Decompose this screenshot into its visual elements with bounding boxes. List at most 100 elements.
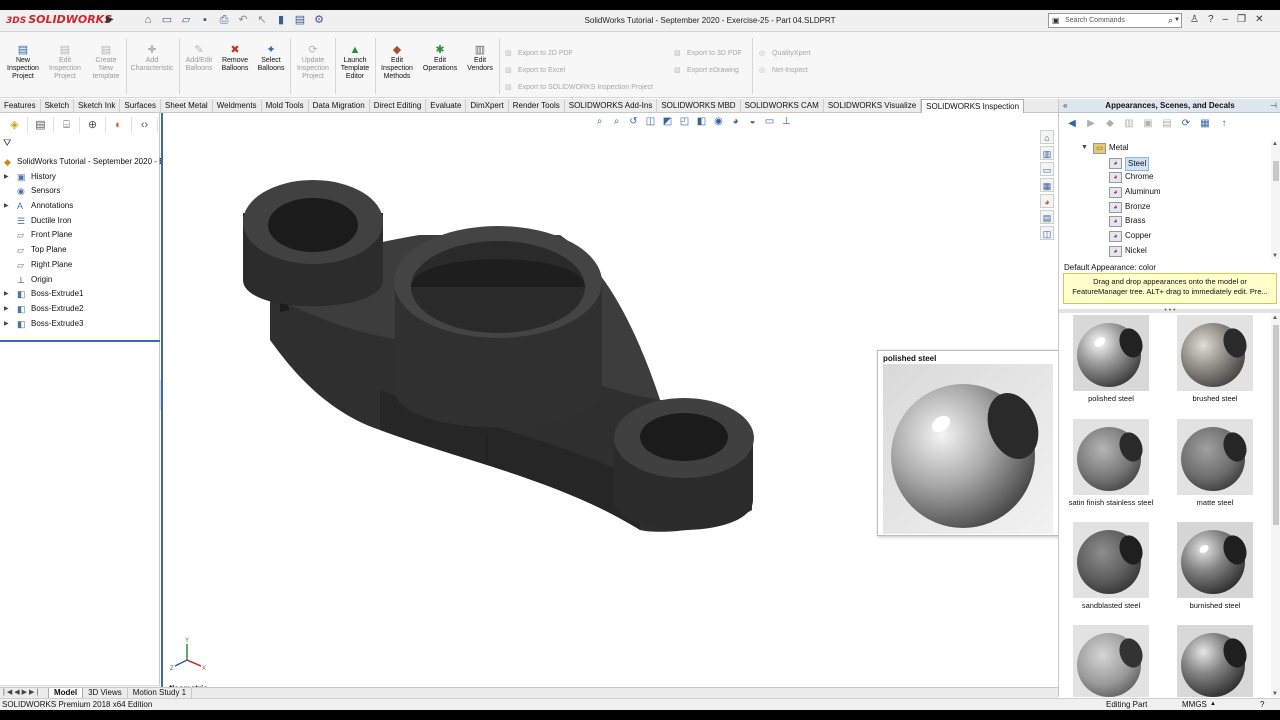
select-balloons-button[interactable]: ✦ Select Balloons	[254, 44, 288, 73]
expand-icon[interactable]: ▶	[4, 287, 9, 301]
swatch-sandblasted-steel[interactable]: sandblasted steel	[1059, 522, 1163, 610]
appearance-item-brass[interactable]: ◕ Brass	[1059, 214, 1271, 229]
tree-item-boss-extrude2[interactable]: ▶ ◧ Boss-Extrude2	[0, 302, 160, 317]
expand-icon[interactable]: ▶	[4, 170, 9, 184]
edit-inspection-project-button[interactable]: ▤ Edit Inspection Project	[46, 44, 84, 81]
launch-template-editor-button[interactable]: ▲ Launch Template Editor	[337, 44, 373, 81]
more-tabs-icon[interactable]: ‹›	[132, 117, 158, 133]
new-document-icon[interactable]: ▭	[159, 13, 175, 28]
tree-item-front-plane[interactable]: ▱ Front Plane	[0, 228, 160, 243]
remove-balloons-button[interactable]: ✖ Remove Balloons	[218, 44, 252, 73]
paste-icon[interactable]: ▤	[1160, 117, 1174, 130]
tree-item-annotations[interactable]: ▶ A Annotations	[0, 199, 160, 214]
tree-item-material[interactable]: ☰ Ductile Iron	[0, 214, 160, 229]
custom-properties-icon[interactable]: ▤	[1040, 210, 1054, 224]
forum-icon[interactable]: ◫	[1040, 226, 1054, 240]
property-manager-tab-icon[interactable]: ▤	[28, 117, 54, 133]
scroll-up-icon[interactable]: ▲	[1272, 141, 1278, 147]
swatch-polished-steel-2[interactable]	[1163, 625, 1267, 697]
create-new-template-button[interactable]: ▤ Create New template	[88, 44, 124, 81]
user-icon[interactable]: ♙	[1190, 14, 1199, 25]
help-icon[interactable]: ?	[1208, 14, 1214, 25]
expand-icon[interactable]: ▶	[4, 317, 9, 331]
copy-icon[interactable]: ▣	[1141, 117, 1155, 130]
tab-scroll-arrows-icon[interactable]: |◀◀▶▶|	[3, 688, 40, 696]
units-dropdown-icon[interactable]: ▲	[1210, 699, 1216, 710]
tab-solidworks-mbd[interactable]: SOLIDWORKS MBD	[657, 99, 741, 113]
tree-item-boss-extrude1[interactable]: ▶ ◧ Boss-Extrude1	[0, 287, 160, 302]
tree-item-top-plane[interactable]: ▱ Top Plane	[0, 243, 160, 258]
restore-icon[interactable]: ❐	[1237, 14, 1246, 25]
export-excel-button[interactable]: ▧ Export to Excel	[505, 66, 565, 74]
edit-operations-button[interactable]: ✱ Edit Operations	[419, 44, 461, 73]
tab-solidworks-add-ins[interactable]: SOLIDWORKS Add-Ins	[565, 99, 658, 113]
appearance-item-copper[interactable]: ◕ Copper	[1059, 229, 1271, 244]
tab-solidworks-cam[interactable]: SOLIDWORKS CAM	[741, 99, 824, 113]
swatch-brushed-steel[interactable]: brushed steel	[1163, 315, 1267, 403]
swatch-textured-steel[interactable]	[1059, 625, 1163, 697]
configuration-manager-tab-icon[interactable]: ⌸	[54, 117, 80, 133]
unit-system-selector[interactable]: MMGS	[1182, 699, 1207, 710]
tab-direct-editing[interactable]: Direct Editing	[370, 99, 427, 113]
save-icon[interactable]: ▪	[197, 13, 213, 28]
edit-vendors-button[interactable]: ▥ Edit Vendors	[463, 44, 497, 73]
rollback-bar[interactable]	[0, 340, 160, 342]
swatch-burnished-steel[interactable]: burnished steel	[1163, 522, 1267, 610]
scroll-up-icon[interactable]: ▲	[1272, 315, 1278, 321]
rebuild-icon[interactable]: ▮	[273, 13, 289, 28]
logo-menu-arrow-icon[interactable]: ▶	[106, 14, 114, 25]
tree-item-right-plane[interactable]: ▱ Right Plane	[0, 258, 160, 273]
solidworks-resources-icon[interactable]: ⌂	[1040, 130, 1054, 144]
scroll-thumb[interactable]	[1273, 325, 1279, 525]
tab-weldments[interactable]: Weldments	[213, 99, 262, 113]
collapse-icon[interactable]: ▼	[1081, 141, 1088, 155]
print-icon[interactable]: ⎙	[216, 13, 232, 28]
feature-tree-root[interactable]: ◆ SolidWorks Tutorial - September 2020 - …	[0, 155, 164, 170]
swatch-grid-scrollbar[interactable]: ▲ ▼	[1271, 315, 1280, 697]
tab-mold-tools[interactable]: Mold Tools	[262, 99, 309, 113]
appearance-item-bronze[interactable]: ◕ Bronze	[1059, 200, 1271, 215]
tree-item-sensors[interactable]: ◉ Sensors	[0, 184, 160, 199]
options-gear-icon[interactable]: ⚙	[311, 13, 327, 28]
add-to-favorites-icon[interactable]: ◆	[1103, 117, 1117, 130]
options-icon[interactable]: ▦	[1198, 117, 1212, 130]
tab-solidworks-inspection[interactable]: SOLIDWORKS Inspection	[921, 99, 1025, 113]
pin-icon[interactable]: ⊣	[1270, 99, 1277, 113]
pane-splitter[interactable]: • • •	[1059, 307, 1280, 314]
home-icon[interactable]: ⌂	[140, 13, 156, 28]
search-dropdown-icon[interactable]: ▼	[1174, 14, 1180, 27]
tab-render-tools[interactable]: Render Tools	[509, 99, 565, 113]
minimize-icon[interactable]: –	[1223, 14, 1229, 25]
appearance-folder-metal[interactable]: ▼ ▭ Metal	[1059, 141, 1271, 156]
refresh-icon[interactable]: ⟳	[1179, 117, 1193, 130]
undo-icon[interactable]: ↶	[235, 13, 251, 28]
appearance-item-steel[interactable]: ◕ Steel	[1059, 156, 1271, 171]
feature-manager-tab-icon[interactable]: ◈	[2, 117, 28, 133]
tab-sheet-metal[interactable]: Sheet Metal	[161, 99, 213, 113]
add-edit-balloons-button[interactable]: ✎ Add/Edit Balloons	[182, 44, 216, 73]
appearance-item-chrome[interactable]: ◕ Chrome	[1059, 170, 1271, 185]
collapse-pane-icon[interactable]: «	[1063, 99, 1067, 113]
select-icon[interactable]: ↖	[254, 13, 270, 28]
swatch-satin-finish-stainless-steel[interactable]: satin finish stainless steel	[1059, 419, 1163, 507]
tab-surfaces[interactable]: Surfaces	[120, 99, 161, 113]
swatch-polished-steel[interactable]: polished steel	[1059, 315, 1163, 403]
search-commands-input[interactable]: ▣ Search Commands ⌕ ▼	[1048, 13, 1182, 28]
export-3d-pdf-button[interactable]: ▧ Export to 3D PDF	[674, 49, 742, 57]
tree-item-origin[interactable]: ⊥ Origin	[0, 273, 160, 288]
search-scope-icon[interactable]: ▣	[1052, 14, 1060, 27]
tree-item-boss-extrude3[interactable]: ▶ ◧ Boss-Extrude3	[0, 317, 160, 332]
file-explorer-icon[interactable]: ▭	[1040, 162, 1054, 176]
tab-solidworks-visualize[interactable]: SOLIDWORKS Visualize	[824, 99, 922, 113]
export-inspection-project-button[interactable]: ▧ Export to SOLIDWORKS Inspection Project	[505, 83, 653, 91]
expand-icon[interactable]: ▶	[4, 199, 9, 213]
net-inspect-button[interactable]: ◎ Net-Inspect	[759, 66, 808, 74]
edit-inspection-methods-button[interactable]: ◆ Edit Inspection Methods	[377, 44, 417, 81]
close-icon[interactable]: ✕	[1255, 14, 1263, 25]
appearance-tree-scrollbar[interactable]: ▲ ▼	[1271, 141, 1280, 259]
export-edrawing-button[interactable]: ▧ Export eDrawing	[674, 66, 739, 74]
design-library-icon[interactable]: ▥	[1040, 146, 1054, 160]
tab-evaluate[interactable]: Evaluate	[426, 99, 467, 113]
scroll-thumb[interactable]	[1273, 161, 1279, 181]
export-2d-pdf-button[interactable]: ▧ Export to 2D PDF	[505, 49, 573, 57]
